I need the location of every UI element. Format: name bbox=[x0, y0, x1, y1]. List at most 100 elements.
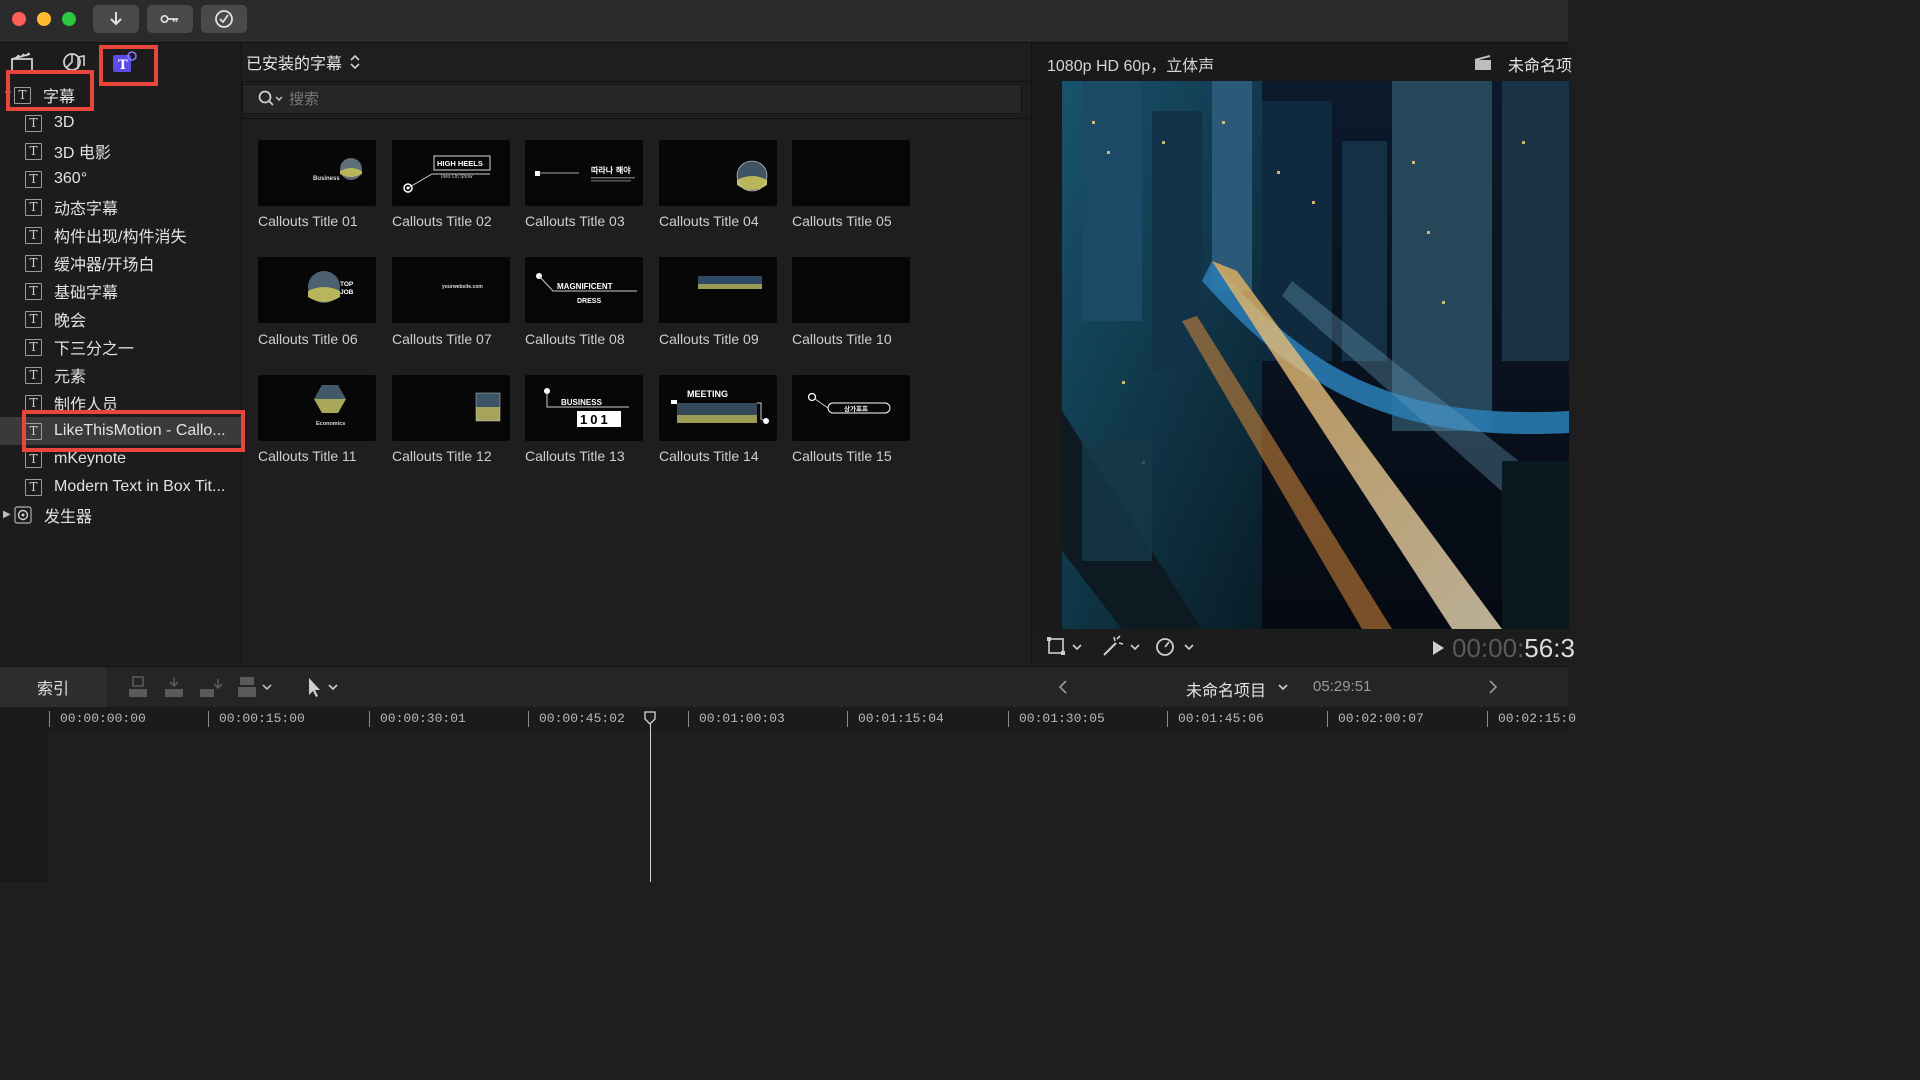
title-thumbnail[interactable]: 상가포프 bbox=[792, 375, 910, 441]
disclosure-closed-icon[interactable]: ▶ bbox=[3, 509, 11, 520]
magic-wand-icon[interactable] bbox=[1100, 635, 1144, 659]
titles-category-row[interactable]: ▼ T 字幕 bbox=[0, 81, 241, 109]
title-thumbnail[interactable]: BUSINESS 101 bbox=[525, 375, 643, 441]
thumb-subtext: DRESS bbox=[577, 298, 601, 305]
ruler-tick-label: 00:02:00:07 bbox=[1327, 711, 1424, 727]
title-preview-art: HIGH HEELS Toes On Show bbox=[403, 155, 491, 193]
title-thumbnail[interactable]: 따라나 해야 bbox=[525, 140, 643, 206]
overwrite-clip-icon[interactable] bbox=[234, 675, 274, 699]
chevron-right-icon[interactable] bbox=[1486, 678, 1500, 696]
browser-header: 已安装的字幕 bbox=[242, 43, 1030, 82]
playhead-handle-icon[interactable] bbox=[644, 711, 656, 725]
playhead[interactable] bbox=[650, 713, 651, 882]
title-t-icon: T bbox=[25, 170, 42, 188]
generators-category-row[interactable]: ▶ 发生器 bbox=[0, 501, 241, 529]
title-name: Callouts Title 12 bbox=[392, 448, 492, 464]
connect-clip-icon[interactable] bbox=[125, 675, 151, 699]
title-thumbnail[interactable]: TOP JOB bbox=[258, 257, 376, 323]
thumb-text: Economics bbox=[316, 421, 345, 427]
import-button[interactable] bbox=[93, 5, 139, 33]
sidebar-item-label: 制作人员 bbox=[54, 397, 119, 414]
title-thumbnail[interactable]: Economics bbox=[258, 375, 376, 441]
timeline-ruler[interactable]: 00:00:00:00 00:00:15:00 00:00:30:01 00:0… bbox=[0, 707, 1576, 731]
speed-gauge-icon[interactable] bbox=[1154, 635, 1198, 659]
key-icon bbox=[160, 15, 179, 23]
search-input[interactable] bbox=[287, 89, 991, 109]
title-thumbnail[interactable]: HIGH HEELS Toes On Show bbox=[392, 140, 510, 206]
sidebar-item-label: 动态字幕 bbox=[54, 201, 119, 218]
installed-titles-popup[interactable]: 已安装的字幕 bbox=[246, 50, 342, 74]
sidebar-item-basic[interactable]: T 基础字幕 bbox=[0, 277, 241, 305]
background-tasks-button[interactable] bbox=[201, 5, 247, 33]
zoom-window-button[interactable] bbox=[62, 12, 76, 26]
title-thumbnail[interactable]: Business bbox=[258, 140, 376, 206]
title-thumbnail[interactable] bbox=[392, 375, 510, 441]
sidebar-item-elements[interactable]: T 元素 bbox=[0, 361, 241, 389]
thumb-text: 따라나 해야 bbox=[591, 165, 631, 175]
title-thumbnail[interactable]: MEETING bbox=[659, 375, 777, 441]
sidebar-item-credits[interactable]: T 制作人员 bbox=[0, 389, 241, 417]
sidebar-item-3d-movie[interactable]: T 3D 电影 bbox=[0, 137, 241, 165]
thumb-subtext: JOB bbox=[340, 289, 354, 296]
titles-browser: 已安装的字幕 Business Callouts Title 01 HIGH H… bbox=[242, 43, 1030, 665]
title-thumbnail[interactable] bbox=[792, 140, 910, 206]
title-thumbnail[interactable]: MAGNIFICENT DRESS bbox=[525, 257, 643, 323]
title-thumbnail[interactable] bbox=[659, 257, 777, 323]
title-preview-art bbox=[736, 160, 768, 192]
ruler-tick-label: 00:00:45:02 bbox=[528, 711, 625, 727]
sidebar-item-label: 3D 电影 bbox=[54, 145, 111, 162]
timeline-area[interactable] bbox=[0, 731, 1568, 882]
disclosure-open-icon[interactable]: ▼ bbox=[3, 89, 13, 100]
sidebar-item-party[interactable]: T 晚会 bbox=[0, 305, 241, 333]
clapper-icon[interactable] bbox=[1474, 55, 1492, 71]
title-name: Callouts Title 10 bbox=[792, 331, 892, 347]
title-t-icon: T bbox=[25, 198, 42, 216]
sidebar-item-360[interactable]: T 360° bbox=[0, 165, 241, 193]
chevron-down-icon[interactable] bbox=[1276, 680, 1290, 694]
photos-audio-tab[interactable] bbox=[60, 49, 88, 75]
title-preview-art: TOP JOB bbox=[308, 271, 354, 303]
libraries-tab[interactable] bbox=[8, 49, 36, 75]
up-down-chevron-icon[interactable] bbox=[348, 53, 362, 71]
sidebar-item-dynamic[interactable]: T 动态字幕 bbox=[0, 193, 241, 221]
titles-generators-tab[interactable]: T bbox=[110, 49, 138, 75]
sidebar-item-lower-thirds[interactable]: T 下三分之一 bbox=[0, 333, 241, 361]
ruler-tick-label: 00:00:00:00 bbox=[49, 711, 146, 727]
close-window-button[interactable] bbox=[12, 12, 26, 26]
sidebar-item-bumper-opener[interactable]: T 缓冲器/开场白 bbox=[0, 249, 241, 277]
title-name: Callouts Title 11 bbox=[258, 448, 357, 464]
index-button[interactable]: 索引 bbox=[0, 667, 106, 707]
title-thumbnail[interactable] bbox=[659, 140, 777, 206]
titles-category-label: 字幕 bbox=[43, 89, 76, 106]
sidebar-item-modern-text[interactable]: T Modern Text in Box Tit... bbox=[0, 473, 241, 501]
timeline-project-name[interactable]: 未命名项目 bbox=[1186, 677, 1266, 701]
sidebar-item-mkeynote[interactable]: TmKeynote bbox=[0, 445, 241, 473]
title-thumbnail[interactable]: yourwebsite.com bbox=[392, 257, 510, 323]
thumb-text: MAGNIFICENT bbox=[557, 282, 613, 291]
search-icon[interactable] bbox=[257, 89, 287, 109]
title-name: Callouts Title 14 bbox=[659, 448, 759, 464]
play-icon[interactable] bbox=[1430, 639, 1446, 657]
insert-clip-icon[interactable] bbox=[161, 675, 187, 699]
append-clip-icon[interactable] bbox=[198, 675, 224, 699]
title-thumbnail[interactable] bbox=[792, 257, 910, 323]
title-name: Callouts Title 13 bbox=[525, 448, 625, 464]
sidebar-item-likethismotion[interactable]: T LikeThisMotion - Callo... bbox=[0, 417, 241, 445]
sidebar-item-label: 构件出现/构件消失 bbox=[54, 229, 187, 246]
generators-category-label: 发生器 bbox=[44, 509, 93, 526]
minimize-window-button[interactable] bbox=[37, 12, 51, 26]
chevron-left-icon[interactable] bbox=[1056, 678, 1070, 696]
format-label: 1080p HD 60p，立体声 bbox=[1047, 58, 1215, 75]
sidebar-item-label: 3D bbox=[54, 114, 75, 131]
sidebar-item-build-in-out[interactable]: T 构件出现/构件消失 bbox=[0, 221, 241, 249]
title-t-icon: T bbox=[25, 478, 42, 496]
ruler-tick-label: 00:00:30:01 bbox=[369, 711, 466, 727]
title-t-icon: T bbox=[25, 394, 42, 412]
select-tool-icon[interactable] bbox=[304, 675, 344, 699]
photos-music-icon bbox=[63, 53, 85, 71]
transform-icon[interactable] bbox=[1046, 635, 1086, 659]
title-name: Callouts Title 02 bbox=[392, 213, 492, 229]
thumb-subtext: Toes On Show bbox=[440, 174, 473, 180]
sidebar-item-3d[interactable]: T 3D bbox=[0, 109, 241, 137]
keywords-button[interactable] bbox=[147, 5, 193, 33]
